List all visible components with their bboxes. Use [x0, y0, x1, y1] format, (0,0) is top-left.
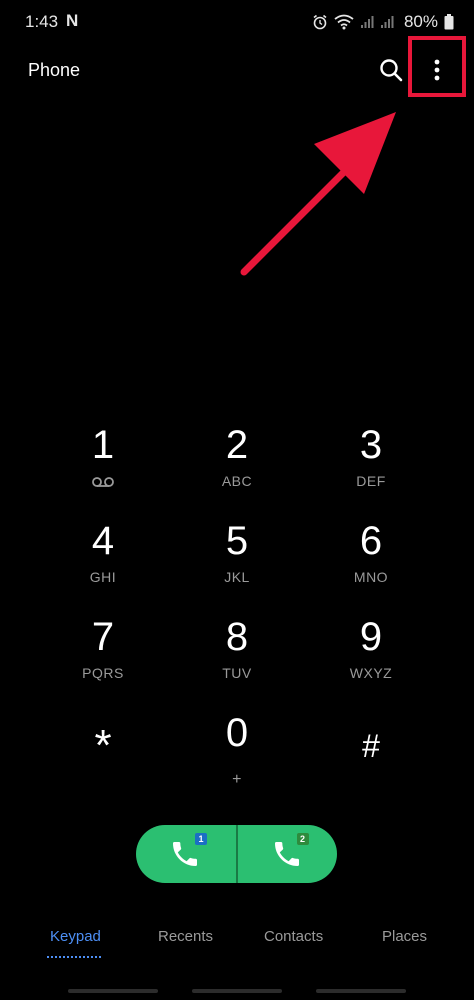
key-digit: 2: [225, 423, 249, 467]
key-star[interactable]: *: [36, 716, 170, 810]
key-7[interactable]: 7 PQRS: [36, 612, 170, 706]
key-digit: 0: [225, 711, 249, 755]
key-letters: JKL: [224, 569, 250, 585]
tab-contacts[interactable]: Contacts: [264, 928, 323, 945]
wifi-icon: [334, 14, 354, 30]
signal-icon-sim1: [360, 16, 374, 28]
key-4[interactable]: 4 GHI: [36, 516, 170, 610]
key-digit: 3: [359, 423, 383, 467]
key-digit: 1: [91, 423, 115, 467]
key-digit: 6: [359, 519, 383, 563]
status-time: 1:43: [25, 12, 59, 31]
key-digit: 5: [225, 519, 249, 563]
key-2[interactable]: 2 ABC: [170, 420, 304, 514]
key-3[interactable]: 3 DEF: [304, 420, 438, 514]
call-sim2-button[interactable]: 2: [235, 825, 337, 883]
key-letters: +: [232, 771, 242, 788]
key-letters: ABC: [221, 473, 253, 489]
tab-recents[interactable]: Recents: [158, 928, 213, 945]
search-icon[interactable]: [378, 57, 404, 83]
sim1-badge: 1: [195, 833, 207, 845]
alarm-icon: [313, 14, 327, 30]
key-digit: 9: [359, 615, 383, 659]
key-digit: #: [362, 728, 380, 764]
voicemail-icon: [92, 477, 114, 487]
bottom-tabs: Keypad Recents Contacts Places: [0, 928, 474, 964]
key-1[interactable]: 1: [36, 420, 170, 514]
key-letters: PQRS: [82, 665, 124, 681]
key-letters: MNO: [353, 569, 389, 585]
battery-icon: [444, 14, 454, 30]
key-hash[interactable]: #: [304, 724, 438, 818]
sim2-badge: 2: [296, 833, 309, 845]
key-8[interactable]: 8 TUV: [170, 612, 304, 706]
key-digit: *: [94, 721, 112, 770]
key-6[interactable]: 6 MNO: [304, 516, 438, 610]
key-letters: TUV: [222, 665, 252, 681]
key-digit: 7: [91, 615, 115, 659]
status-bar: 1:43 N 80%: [0, 0, 474, 44]
active-tab-indicator: [47, 956, 101, 958]
tab-keypad[interactable]: Keypad: [50, 928, 101, 945]
key-digit: 8: [225, 615, 249, 659]
call-buttons: 1 2: [136, 825, 337, 883]
signal-icon-sim2: [380, 16, 394, 28]
key-letters: WXYZ: [349, 665, 393, 681]
key-digit: 4: [91, 519, 115, 563]
key-5[interactable]: 5 JKL: [170, 516, 304, 610]
page-title: Phone: [28, 60, 81, 80]
key-0[interactable]: 0 +: [170, 708, 304, 802]
nav-bar-segment: [316, 989, 406, 993]
battery-percent: 80%: [403, 12, 438, 31]
key-letters: GHI: [89, 569, 117, 585]
call-sim1-button[interactable]: 1: [136, 825, 236, 883]
arrow-annotation: [240, 112, 396, 276]
status-icons: 80%: [312, 10, 454, 34]
tab-places[interactable]: Places: [382, 928, 427, 945]
nav-bar-segment: [68, 989, 158, 993]
key-9[interactable]: 9 WXYZ: [304, 612, 438, 706]
netflix-notification-icon: N: [66, 11, 79, 30]
key-letters: DEF: [356, 473, 386, 489]
nav-bar-segment: [192, 989, 282, 993]
highlight-box-annotation: [408, 36, 466, 97]
